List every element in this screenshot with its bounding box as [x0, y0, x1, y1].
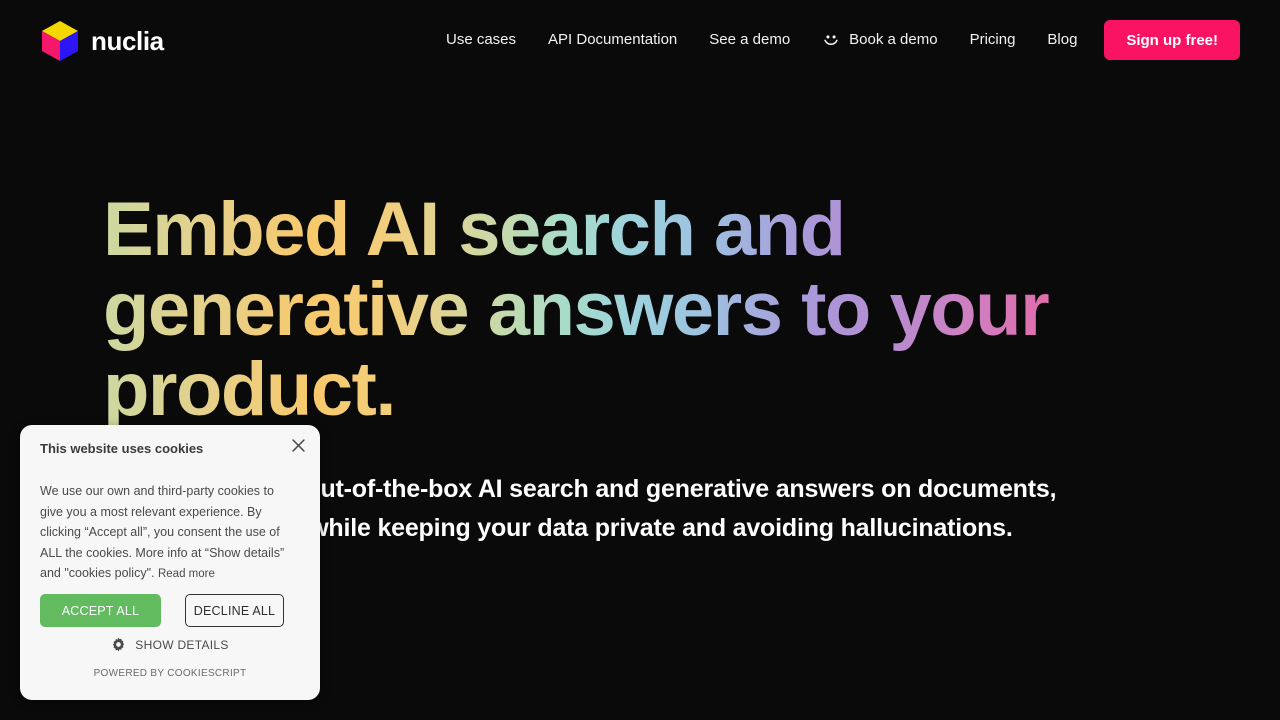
cookie-banner-text: We use our own and third-party cookies t…	[40, 484, 285, 581]
hero-headline: Embed AI search and generative answers t…	[103, 190, 1103, 430]
nav-item-blog[interactable]: Blog	[1031, 0, 1093, 80]
nav-item-book-a-demo[interactable]: Book a demo	[806, 0, 953, 80]
decline-all-button[interactable]: DECLINE ALL	[185, 594, 284, 627]
nav-item-api-documentation[interactable]: API Documentation	[532, 0, 693, 80]
sign-up-free-button[interactable]: Sign up free!	[1104, 20, 1240, 60]
main-navigation: Use cases API Documentation See a demo B…	[446, 0, 1093, 80]
cookie-consent-banner: This website uses cookies We use our own…	[20, 425, 320, 700]
cookie-banner-title: This website uses cookies	[40, 441, 204, 456]
cookie-close-button[interactable]	[285, 432, 311, 458]
nav-item-see-a-demo[interactable]: See a demo	[693, 0, 806, 80]
cube-logo-icon	[42, 21, 78, 61]
accept-all-button[interactable]: ACCEPT ALL	[40, 594, 161, 627]
site-header: nuclia Use cases API Documentation See a…	[0, 0, 1280, 80]
cookie-read-more-link[interactable]: Read more	[158, 568, 215, 580]
brand-name: nuclia	[91, 26, 164, 56]
smiley-face-icon	[824, 35, 838, 46]
hero-section: Embed AI search and generative answers t…	[103, 190, 1103, 430]
show-details-label: SHOW DETAILS	[135, 637, 229, 652]
gear-icon	[113, 637, 125, 652]
brand-logo-link[interactable]: nuclia	[40, 20, 164, 62]
nav-item-use-cases[interactable]: Use cases	[446, 0, 532, 80]
show-details-button[interactable]: SHOW DETAILS	[20, 637, 320, 652]
powered-by-cookiescript-link[interactable]: POWERED BY COOKIESCRIPT	[20, 668, 320, 679]
nav-item-pricing[interactable]: Pricing	[954, 0, 1032, 80]
close-icon	[291, 438, 305, 452]
cookie-banner-body: We use our own and third-party cookies t…	[40, 481, 292, 585]
cookie-banner-actions: ACCEPT ALL DECLINE ALL	[40, 594, 284, 627]
nav-item-book-a-demo-label: Book a demo	[849, 31, 938, 48]
